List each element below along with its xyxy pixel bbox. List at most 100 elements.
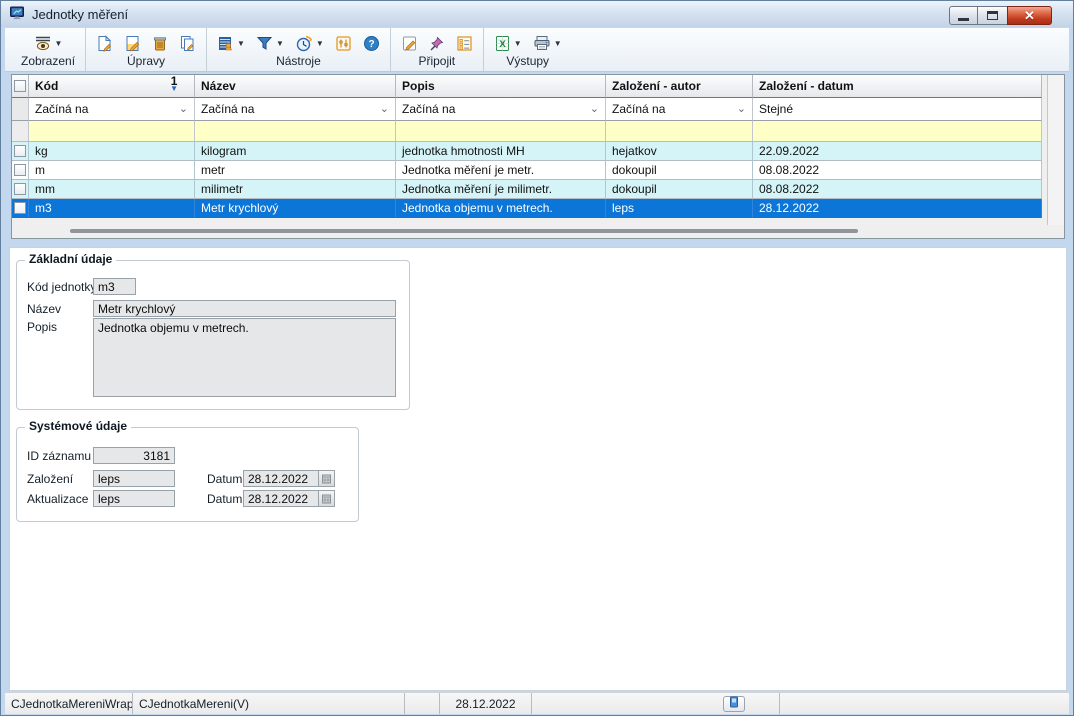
grid-row-mm[interactable]: mmmilimetrJednotka měření je milimetr.do… xyxy=(12,180,1064,199)
copy-record-button[interactable] xyxy=(179,35,196,52)
filter-operator-select-2[interactable]: Začíná na⌄ xyxy=(396,98,606,121)
view-menu-button[interactable]: ▼ xyxy=(34,35,63,52)
created-date-field[interactable]: 28.12.2022 xyxy=(243,470,319,487)
cell-name[interactable]: milimetr xyxy=(195,180,396,199)
column-header-1[interactable]: Název xyxy=(195,75,396,98)
maximize-button[interactable] xyxy=(978,6,1007,25)
new-record-cell-1[interactable] xyxy=(195,121,396,142)
updated-date-field[interactable]: 28.12.2022 xyxy=(243,490,319,507)
cell-name[interactable]: Metr krychlový xyxy=(195,199,396,218)
row-selector-cell[interactable] xyxy=(12,161,29,180)
dropdown-arrow-icon[interactable]: ▼ xyxy=(276,39,284,48)
unit-code-field[interactable]: m3 xyxy=(93,278,136,295)
history-button[interactable]: ▼ xyxy=(295,35,324,52)
select-all-checkbox[interactable] xyxy=(14,80,26,92)
cell-code[interactable]: m xyxy=(29,161,195,180)
note-button[interactable] xyxy=(401,35,418,52)
grid-row-m[interactable]: mmetrJednotka měření je metr.dokoupil08.… xyxy=(12,161,1064,180)
row-selector-cell[interactable] xyxy=(12,180,29,199)
row-selector-cell[interactable] xyxy=(12,121,29,142)
filter-operator-select-4[interactable]: Stejné xyxy=(753,98,1042,121)
filter-operator-select-0[interactable]: Začíná na⌄ xyxy=(29,98,195,121)
cell-date[interactable]: 08.08.2022 xyxy=(753,180,1042,199)
dropdown-arrow-icon[interactable]: ▼ xyxy=(237,39,245,48)
grid-row-m3[interactable]: m3Metr krychlovýJednotka objemu v metrec… xyxy=(12,199,1064,218)
horizontal-scrollbar[interactable] xyxy=(14,226,1042,236)
column-header-4[interactable]: Založení - datum xyxy=(753,75,1042,98)
cell-code[interactable]: m3 xyxy=(29,199,195,218)
cell-date[interactable]: 08.08.2022 xyxy=(753,161,1042,180)
statusbar-panel-button[interactable] xyxy=(723,696,745,712)
pin-button[interactable] xyxy=(429,35,445,52)
cell-desc[interactable]: Jednotka měření je milimetr. xyxy=(396,180,606,199)
new-record-cell-4[interactable] xyxy=(753,121,1042,142)
row-selector-cell[interactable] xyxy=(12,142,29,161)
delete-record-button[interactable] xyxy=(152,35,168,52)
horizontal-scrollbar-thumb[interactable] xyxy=(70,229,858,233)
unit-desc-field[interactable]: Jednotka objemu v metrech. xyxy=(93,318,396,397)
grid-row-kg[interactable]: kgkilogramjednotka hmotnosti MHhejatkov2… xyxy=(12,142,1064,161)
cell-name[interactable]: metr xyxy=(195,161,396,180)
toolbar-group-zobrazení: ▼Zobrazení xyxy=(11,28,85,71)
checklist-button[interactable] xyxy=(456,35,473,52)
filter-operator-select-1[interactable]: Začíná na⌄ xyxy=(195,98,396,121)
chevron-down-icon[interactable]: ⌄ xyxy=(380,104,389,114)
minimize-button[interactable] xyxy=(949,6,978,25)
row-selector-cell[interactable] xyxy=(12,75,29,98)
created-by-field[interactable]: leps xyxy=(93,470,175,487)
cell-desc[interactable]: Jednotka objemu v metrech. xyxy=(396,199,606,218)
chevron-down-icon[interactable]: ⌄ xyxy=(737,104,746,114)
edit-record-button[interactable] xyxy=(124,35,141,52)
cell-desc[interactable]: jednotka hmotnosti MH xyxy=(396,142,606,161)
updated-by-field[interactable]: leps xyxy=(93,490,175,507)
filter-operator-select-3[interactable]: Začíná na⌄ xyxy=(606,98,753,121)
cell-code[interactable]: mm xyxy=(29,180,195,199)
new-record-cell-3[interactable] xyxy=(606,121,753,142)
cell-date[interactable]: 28.12.2022 xyxy=(753,199,1042,218)
cell-name[interactable]: kilogram xyxy=(195,142,396,161)
unit-name-field[interactable]: Metr krychlový xyxy=(93,300,396,317)
row-selector-cell[interactable] xyxy=(12,98,29,121)
chevron-down-icon[interactable]: ⌄ xyxy=(590,104,599,114)
close-button[interactable]: ✕ xyxy=(1007,6,1052,25)
sort-indicator: 1▼ xyxy=(170,77,178,92)
updated-date-picker-button[interactable] xyxy=(319,490,335,507)
cell-author[interactable]: dokoupil xyxy=(606,161,753,180)
grid-new-record-row[interactable] xyxy=(12,121,1064,142)
row-checkbox[interactable] xyxy=(14,164,26,176)
column-header-0[interactable]: Kód1▼ xyxy=(29,75,195,98)
dropdown-arrow-icon[interactable]: ▼ xyxy=(316,39,324,48)
toolbar-group-úpravy: Úpravy xyxy=(85,28,206,71)
record-id-field[interactable]: 3181 xyxy=(93,447,175,464)
dropdown-arrow-icon[interactable]: ▼ xyxy=(55,39,63,48)
statusbar-text: CJednotkaMereniWrapp xyxy=(11,697,133,711)
units-grid: Kód1▼NázevPopisZaložení - autorZaložení … xyxy=(11,74,1065,239)
column-header-2[interactable]: Popis xyxy=(396,75,606,98)
created-date-picker-button[interactable] xyxy=(319,470,335,487)
cell-author[interactable]: leps xyxy=(606,199,753,218)
new-record-button[interactable] xyxy=(96,35,113,52)
svg-text:X: X xyxy=(499,39,506,50)
cell-code[interactable]: kg xyxy=(29,142,195,161)
chevron-down-icon[interactable]: ⌄ xyxy=(179,104,188,114)
column-header-3[interactable]: Založení - autor xyxy=(606,75,753,98)
cell-date[interactable]: 22.09.2022 xyxy=(753,142,1042,161)
row-checkbox[interactable] xyxy=(14,145,26,157)
row-selector-cell[interactable] xyxy=(12,199,29,218)
filter-button[interactable]: ▼ xyxy=(256,35,284,51)
vertical-scrollbar[interactable] xyxy=(1047,75,1064,225)
cell-author[interactable]: hejatkov xyxy=(606,142,753,161)
cell-desc[interactable]: Jednotka měření je metr. xyxy=(396,161,606,180)
dropdown-arrow-icon[interactable]: ▼ xyxy=(554,39,562,48)
print-button[interactable]: ▼ xyxy=(533,35,562,51)
settings-button[interactable] xyxy=(335,35,352,52)
help-button[interactable]: ? xyxy=(363,35,380,52)
excel-export-button[interactable]: X▼ xyxy=(494,35,522,52)
new-record-cell-2[interactable] xyxy=(396,121,606,142)
cell-author[interactable]: dokoupil xyxy=(606,180,753,199)
data-tools-button[interactable]: ▼ xyxy=(217,35,245,52)
dropdown-arrow-icon[interactable]: ▼ xyxy=(514,39,522,48)
new-record-cell-0[interactable] xyxy=(29,121,195,142)
row-checkbox[interactable] xyxy=(14,183,26,195)
row-checkbox[interactable] xyxy=(14,202,26,214)
